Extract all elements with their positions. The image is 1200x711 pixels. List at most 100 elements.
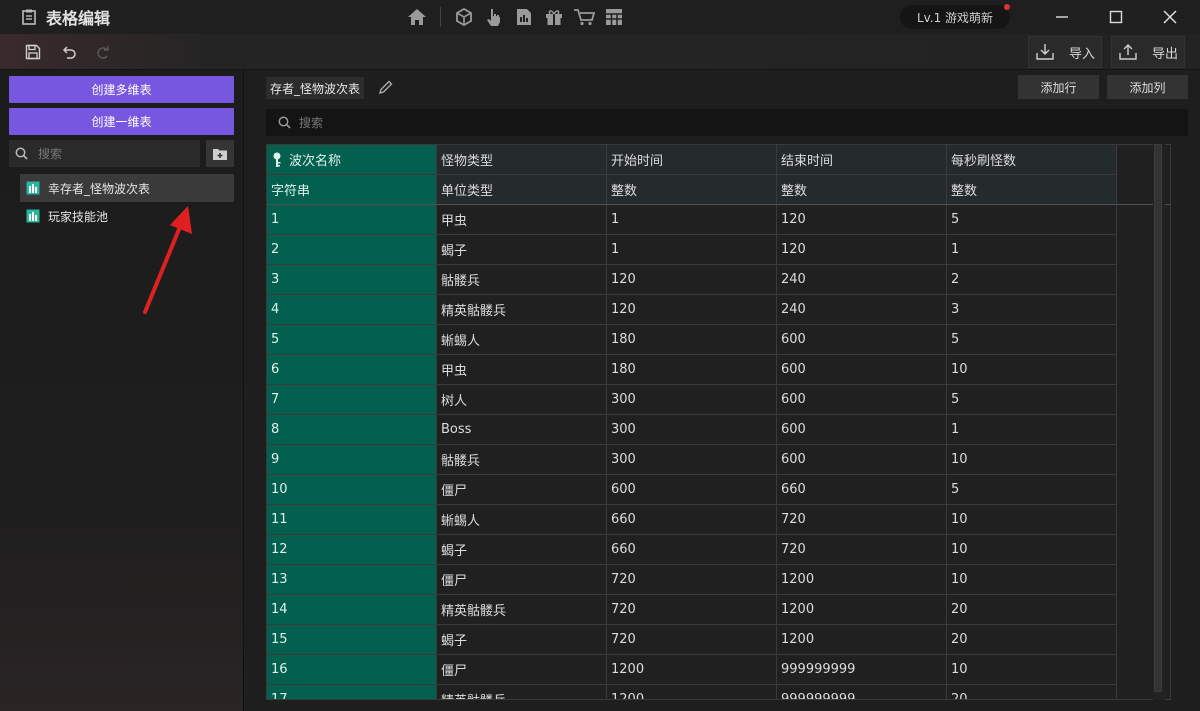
table-search-input[interactable]: 搜索 bbox=[266, 109, 1188, 136]
table-cell[interactable]: 1 bbox=[947, 415, 1117, 445]
table-cell[interactable]: 600 bbox=[777, 385, 947, 415]
column-header[interactable]: 开始时间 bbox=[607, 145, 777, 175]
hand-pointer-icon[interactable] bbox=[479, 2, 509, 32]
table-cell[interactable]: 999999999 bbox=[777, 655, 947, 685]
table-cell[interactable]: 180 bbox=[607, 355, 777, 385]
table-cell[interactable]: 5 bbox=[267, 325, 437, 355]
table-cell[interactable]: 240 bbox=[777, 265, 947, 295]
table-cell[interactable]: 精英骷髅兵 bbox=[437, 685, 607, 699]
close-button[interactable] bbox=[1143, 0, 1197, 34]
home-icon[interactable] bbox=[402, 2, 432, 32]
table-cell[interactable]: 1200 bbox=[777, 595, 947, 625]
save-button[interactable] bbox=[22, 42, 44, 62]
add-column-button[interactable]: 添加列 bbox=[1107, 75, 1188, 99]
table-grid-icon[interactable] bbox=[599, 2, 629, 32]
table-cell[interactable]: 10 bbox=[947, 445, 1117, 475]
table-cell[interactable]: 10 bbox=[267, 475, 437, 505]
column-header-key[interactable]: 波次名称 bbox=[267, 145, 437, 175]
table-cell[interactable]: 7 bbox=[267, 385, 437, 415]
table-cell[interactable]: 17 bbox=[267, 685, 437, 699]
table-cell[interactable]: 骷髅兵 bbox=[437, 265, 607, 295]
table-cell[interactable]: 600 bbox=[607, 475, 777, 505]
undo-button[interactable] bbox=[58, 42, 80, 62]
table-cell[interactable]: 720 bbox=[607, 565, 777, 595]
table-cell[interactable]: 10 bbox=[947, 355, 1117, 385]
minimize-button[interactable] bbox=[1035, 0, 1089, 34]
table-cell[interactable]: 1200 bbox=[777, 565, 947, 595]
table-cell[interactable]: 3 bbox=[947, 295, 1117, 325]
table-cell[interactable]: 骷髅兵 bbox=[437, 445, 607, 475]
table-cell[interactable]: 10 bbox=[947, 535, 1117, 565]
table-cell[interactable]: 精英骷髅兵 bbox=[437, 295, 607, 325]
table-cell[interactable]: 13 bbox=[267, 565, 437, 595]
table-cell[interactable]: 5 bbox=[947, 475, 1117, 505]
scrollbar-thumb[interactable] bbox=[1154, 144, 1162, 692]
create-single-table-button[interactable]: 创建一维表 bbox=[9, 108, 234, 135]
table-cell[interactable]: 1 bbox=[267, 205, 437, 235]
table-cell[interactable]: 8 bbox=[267, 415, 437, 445]
table-cell[interactable]: 10 bbox=[947, 565, 1117, 595]
column-type[interactable]: 整数 bbox=[947, 175, 1117, 205]
table-cell[interactable]: 蝎子 bbox=[437, 535, 607, 565]
redo-button[interactable] bbox=[92, 42, 114, 62]
table-cell[interactable]: 3 bbox=[267, 265, 437, 295]
table-cell[interactable]: 僵尸 bbox=[437, 655, 607, 685]
table-cell[interactable]: 甲虫 bbox=[437, 205, 607, 235]
table-cell[interactable]: 14 bbox=[267, 595, 437, 625]
table-cell[interactable]: 20 bbox=[947, 625, 1117, 655]
maximize-button[interactable] bbox=[1089, 0, 1143, 34]
table-cell[interactable]: 1 bbox=[947, 235, 1117, 265]
column-type[interactable]: 整数 bbox=[607, 175, 777, 205]
column-type[interactable]: 单位类型 bbox=[437, 175, 607, 205]
table-cell[interactable]: 660 bbox=[607, 535, 777, 565]
table-cell[interactable]: 2 bbox=[947, 265, 1117, 295]
table-cell[interactable]: 1200 bbox=[607, 655, 777, 685]
table-cell[interactable]: 999999999 bbox=[777, 685, 947, 699]
table-cell[interactable]: 树人 bbox=[437, 385, 607, 415]
sidebar-item-player-skill-pool[interactable]: 玩家技能池 bbox=[20, 202, 234, 230]
add-row-button[interactable]: 添加行 bbox=[1018, 75, 1099, 99]
table-cell[interactable]: 720 bbox=[777, 535, 947, 565]
table-cell[interactable]: 720 bbox=[607, 595, 777, 625]
table-cell[interactable]: 120 bbox=[777, 205, 947, 235]
table-cell[interactable]: 僵尸 bbox=[437, 475, 607, 505]
table-cell[interactable]: 2 bbox=[267, 235, 437, 265]
table-cell[interactable]: 300 bbox=[607, 415, 777, 445]
document-chart-icon[interactable] bbox=[509, 2, 539, 32]
table-cell[interactable]: 9 bbox=[267, 445, 437, 475]
table-cell[interactable]: 120 bbox=[777, 235, 947, 265]
table-cell[interactable]: 10 bbox=[947, 655, 1117, 685]
table-cell[interactable]: 1 bbox=[607, 235, 777, 265]
sidebar-search-input[interactable]: 搜索 bbox=[9, 140, 200, 167]
table-cell[interactable]: 4 bbox=[267, 295, 437, 325]
sidebar-item-survivor-wave-table[interactable]: 幸存者_怪物波次表 bbox=[20, 174, 234, 202]
table-cell[interactable]: 300 bbox=[607, 445, 777, 475]
cube-icon[interactable] bbox=[449, 2, 479, 32]
pencil-icon[interactable] bbox=[378, 79, 394, 95]
column-header[interactable]: 每秒刷怪数 bbox=[947, 145, 1117, 175]
table-cell[interactable]: 16 bbox=[267, 655, 437, 685]
table-cell[interactable]: Boss bbox=[437, 415, 607, 445]
table-cell[interactable]: 720 bbox=[607, 625, 777, 655]
table-cell[interactable]: 蜥蜴人 bbox=[437, 325, 607, 355]
column-header[interactable]: 怪物类型 bbox=[437, 145, 607, 175]
table-cell[interactable]: 1200 bbox=[777, 625, 947, 655]
cart-icon[interactable] bbox=[569, 2, 599, 32]
user-level-badge[interactable]: Lv.1 游戏萌新 bbox=[900, 5, 1010, 29]
table-cell[interactable]: 5 bbox=[947, 385, 1117, 415]
table-cell[interactable]: 1 bbox=[607, 205, 777, 235]
table-cell[interactable]: 12 bbox=[267, 535, 437, 565]
table-name-tab[interactable]: 存者_怪物波次表 bbox=[266, 77, 365, 99]
table-cell[interactable]: 600 bbox=[777, 415, 947, 445]
import-button[interactable]: 导入 bbox=[1028, 36, 1102, 68]
table-cell[interactable]: 120 bbox=[607, 295, 777, 325]
column-type[interactable]: 整数 bbox=[777, 175, 947, 205]
table-cell[interactable]: 180 bbox=[607, 325, 777, 355]
table-cell[interactable]: 600 bbox=[777, 355, 947, 385]
gift-icon[interactable] bbox=[539, 2, 569, 32]
table-cell[interactable]: 11 bbox=[267, 505, 437, 535]
column-header[interactable]: 结束时间 bbox=[777, 145, 947, 175]
table-cell[interactable]: 660 bbox=[607, 505, 777, 535]
table-cell[interactable]: 甲虫 bbox=[437, 355, 607, 385]
table-cell[interactable]: 1200 bbox=[607, 685, 777, 699]
